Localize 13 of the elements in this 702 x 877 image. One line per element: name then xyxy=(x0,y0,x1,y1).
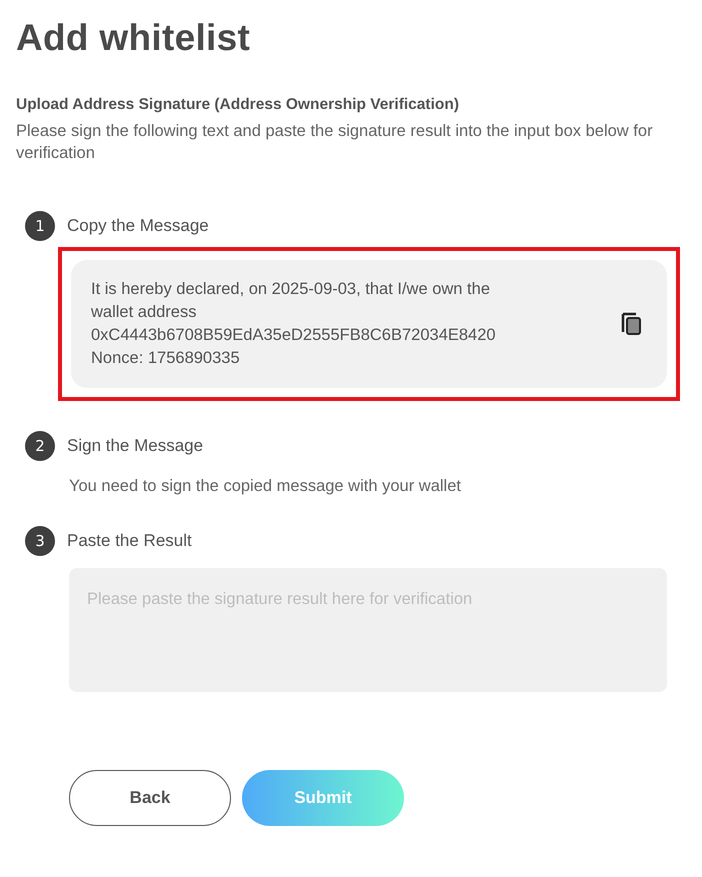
back-button[interactable]: Back xyxy=(69,770,231,826)
copy-icon[interactable] xyxy=(621,311,643,337)
step-label: Paste the Result xyxy=(67,531,192,551)
step-label: Sign the Message xyxy=(67,436,204,456)
step-note: You need to sign the copied message with your wallet xyxy=(69,477,462,496)
page-title: Add whitelist xyxy=(16,16,252,60)
message-text: It is hereby declared, on 2025-09-03, that I/we own the wallet address 0xC4443b6708B59EdA35eD2555FB8C6B72034E8420 Nonce: 1756890335 xyxy=(91,279,497,369)
step-label: Copy the Message xyxy=(67,216,209,236)
step-number: 2 xyxy=(25,431,55,461)
section-subtitle: Upload Address Signature (Address Ownership Verification) xyxy=(16,96,460,114)
description-text: Please sign the following text and paste the signature result into the input box below for verification xyxy=(16,121,654,164)
step-number: 1 xyxy=(25,211,55,241)
step-number: 3 xyxy=(25,526,55,556)
